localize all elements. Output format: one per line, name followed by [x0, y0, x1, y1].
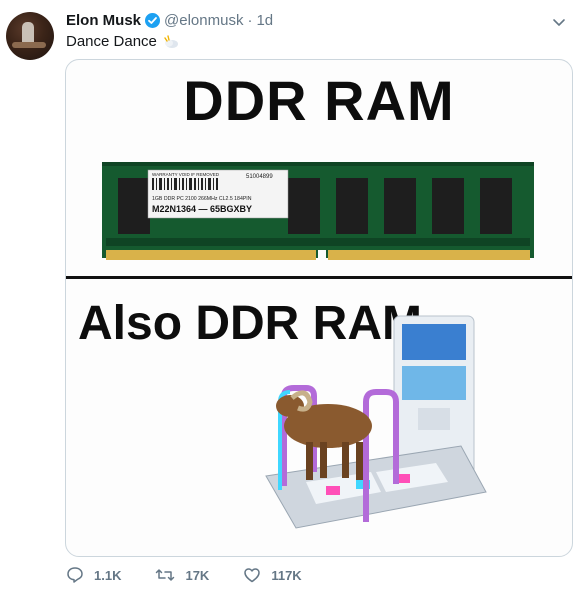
reply-icon[interactable] [66, 566, 84, 584]
ram-module-illustration: WARRANTY VOID IF REMOVED 51004899 1GB DD… [102, 162, 534, 260]
tweet-header: Elon Musk @elonmusk · 1d [66, 12, 273, 29]
ddr-arcade-machine-with-ram-illustration [265, 315, 487, 529]
author-handle[interactable]: @elonmusk [164, 12, 243, 29]
reply-action[interactable]: 1.1K [66, 566, 121, 584]
retweet-count: 17K [185, 567, 210, 583]
tweet-actions: 1.1K 17K 117K [66, 566, 302, 584]
tweet-text-container: Dance Dance [66, 33, 179, 50]
separator: · [247, 12, 253, 29]
like-action[interactable]: 117K [243, 566, 302, 584]
tweet[interactable]: Elon Musk @elonmusk · 1d Dance Dance DDR… [0, 0, 581, 595]
verified-badge-icon [145, 13, 161, 28]
divider [66, 276, 572, 279]
reply-count: 1.1K [94, 567, 122, 583]
timestamp[interactable]: 1d [256, 12, 273, 29]
author-name[interactable]: Elon Musk [66, 12, 141, 29]
ram-label-spec: 1GB DDR PC 2100 266MHz CL2.5 184PIN [152, 196, 252, 202]
avatar[interactable] [6, 12, 54, 60]
ram-label-number: 51004899 [246, 174, 273, 180]
ram-label-warranty: WARRANTY VOID IF REMOVED [152, 172, 220, 177]
ram-label-part: M22N1364 — 65BGXBY [152, 204, 252, 214]
retweet-icon[interactable] [155, 566, 175, 584]
retweet-action[interactable]: 17K [155, 566, 209, 584]
dancing-cloud-emoji-icon [163, 34, 179, 49]
top-caption: DDR RAM [183, 69, 455, 132]
like-count: 117K [271, 567, 302, 583]
media-image[interactable]: DDR RAM WARRANTY VOID IF REMOVED 5100489… [65, 59, 573, 557]
heart-icon[interactable] [243, 566, 261, 584]
chevron-down-icon[interactable] [551, 14, 567, 30]
tweet-text: Dance Dance [66, 33, 157, 50]
